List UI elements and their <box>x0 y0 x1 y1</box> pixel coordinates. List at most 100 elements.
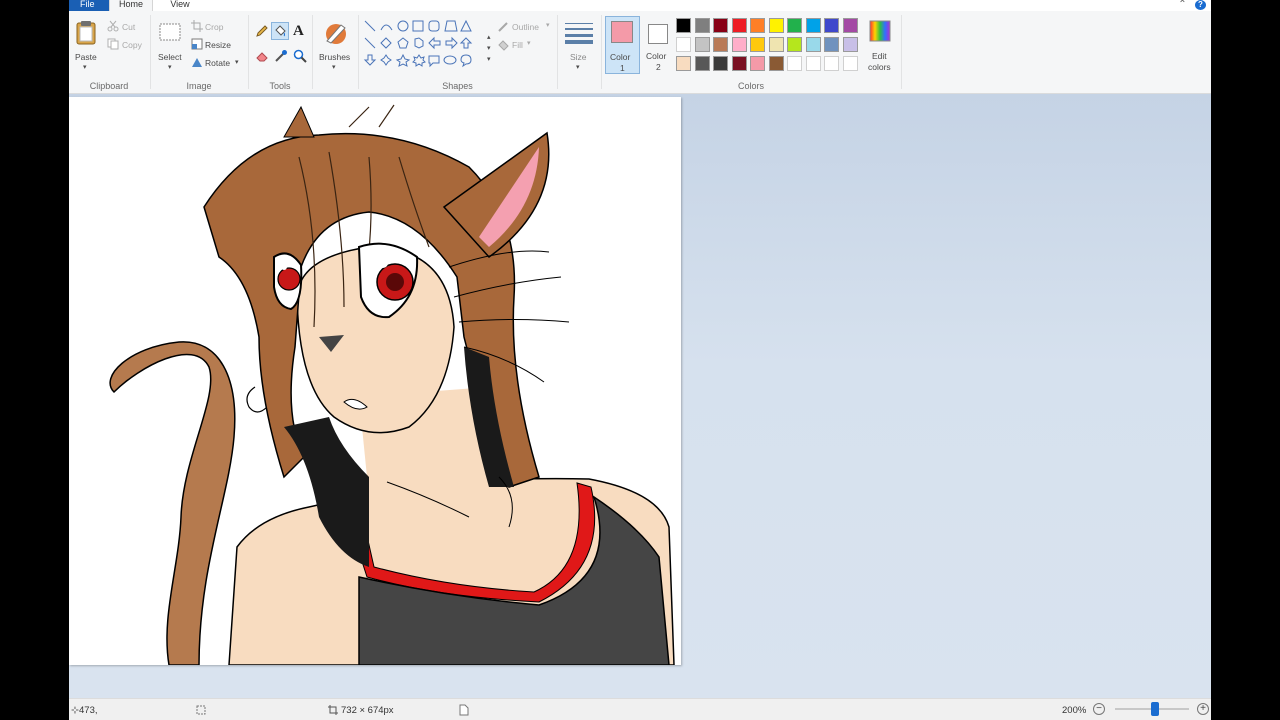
chevron-down-icon: ▾ <box>83 64 87 71</box>
tab-view[interactable]: View <box>165 0 195 11</box>
eraser-icon[interactable] <box>255 49 269 63</box>
chevron-down-icon: ▾ <box>168 64 172 71</box>
zoom-level: 200% <box>1062 705 1087 716</box>
palette-swatch[interactable] <box>805 18 821 33</box>
outline-button[interactable]: Outline <box>512 22 539 32</box>
palette-swatch[interactable] <box>842 56 858 71</box>
paint-window: File Home View ⌃ ? Paste ▾ Cut Copy Clip… <box>69 0 1211 720</box>
palette-swatch[interactable] <box>768 56 784 71</box>
palette-swatch[interactable] <box>750 18 765 33</box>
tab-file[interactable]: File <box>69 0 109 11</box>
menu-bar: File Home View ⌃ ? <box>69 0 1211 11</box>
palette-swatch[interactable] <box>676 56 691 71</box>
cursor-position-icon: ⊹ <box>71 705 79 716</box>
paste-button[interactable]: Paste ▾ <box>71 17 101 77</box>
rotate-button[interactable]: Rotate <box>205 58 230 68</box>
palette-swatch[interactable] <box>676 37 691 52</box>
palette-swatch[interactable] <box>713 56 728 71</box>
tools-group-label: Tools <box>269 81 291 91</box>
brush-icon <box>326 24 346 44</box>
palette-swatch[interactable] <box>713 37 728 52</box>
color2-label: Color <box>646 51 667 61</box>
palette-swatch[interactable] <box>750 37 765 52</box>
clipboard-icon <box>76 21 96 45</box>
palette-swatch[interactable] <box>768 37 784 52</box>
palette-swatch[interactable] <box>842 37 858 52</box>
chevron-down-icon: ▾ <box>235 59 239 66</box>
shapes-gallery[interactable] <box>362 18 488 70</box>
brushes-group: Brushes ▾ Brushes <box>313 11 357 93</box>
size-label: Size <box>570 52 587 62</box>
palette-swatch[interactable] <box>694 18 710 33</box>
magnifier-icon[interactable] <box>293 49 307 63</box>
pencil-icon[interactable] <box>255 24 269 38</box>
colors-group-label: Colors <box>737 81 764 91</box>
palette-swatch[interactable] <box>787 37 802 52</box>
copy-button[interactable]: Copy <box>122 40 142 50</box>
gallery-expand-icon[interactable]: ▾ <box>487 55 491 63</box>
palette-swatch[interactable] <box>694 56 710 71</box>
edit-colors-button[interactable]: Edit colors <box>864 16 898 78</box>
palette-swatch[interactable] <box>805 56 821 71</box>
color2-button[interactable]: Color 2 <box>642 16 676 74</box>
fill-tool-button[interactable] <box>271 22 289 40</box>
palette-swatch[interactable] <box>731 56 747 71</box>
palette-swatch[interactable] <box>694 37 710 52</box>
crop-button[interactable]: Crop <box>205 22 223 32</box>
size-button[interactable]: Size ▾ <box>562 17 596 79</box>
help-icon[interactable]: ? <box>1195 0 1206 10</box>
zoom-slider-thumb[interactable] <box>1151 702 1159 716</box>
palette-swatch[interactable] <box>731 37 747 52</box>
color1-button[interactable]: Color 1 <box>605 16 640 74</box>
select-button[interactable]: Select ▾ <box>155 17 185 77</box>
drawing-canvas[interactable] <box>69 97 681 665</box>
palette-swatch[interactable] <box>768 18 784 33</box>
selection-size-icon <box>196 705 206 715</box>
color-picker-icon[interactable] <box>274 49 288 63</box>
fill-button[interactable]: Fill <box>512 40 523 50</box>
chevron-down-icon[interactable]: ▾ <box>487 44 491 52</box>
text-tool-icon[interactable]: A <box>293 23 304 40</box>
chevron-up-icon[interactable]: ▴ <box>487 33 491 41</box>
color-palette <box>676 18 862 74</box>
cut-icon <box>107 20 119 32</box>
palette-swatch[interactable] <box>787 56 802 71</box>
rainbow-palette-icon <box>869 20 891 42</box>
file-size-icon <box>459 704 469 716</box>
palette-swatch[interactable] <box>731 18 747 33</box>
size-group: Size ▾ <box>558 11 600 93</box>
chevron-down-icon: ▾ <box>576 64 580 71</box>
select-label: Select <box>158 52 182 62</box>
palette-swatch[interactable] <box>824 37 839 52</box>
image-size-icon <box>328 705 338 715</box>
color2-number: 2 <box>656 62 661 72</box>
collapse-ribbon-icon[interactable]: ⌃ <box>1177 0 1188 10</box>
brushes-button[interactable]: Brushes ▾ <box>317 17 353 79</box>
palette-swatch[interactable] <box>805 37 821 52</box>
resize-icon <box>191 38 203 50</box>
palette-swatch[interactable] <box>824 56 839 71</box>
shapes-group: ▴ ▾ ▾ Outline ▾ Fill ▾ Shapes <box>359 11 556 93</box>
resize-button[interactable]: Resize <box>205 40 231 50</box>
palette-swatch[interactable] <box>842 18 858 33</box>
cat-girl-drawing <box>109 104 675 665</box>
cut-button[interactable]: Cut <box>122 22 135 32</box>
palette-swatch[interactable] <box>750 56 765 71</box>
image-group: Select ▾ Crop Resize Rotate ▾ Image <box>151 11 247 93</box>
image-size: 732 × 674px <box>341 705 394 716</box>
clipboard-group-label: Clipboard <box>89 81 129 91</box>
palette-swatch[interactable] <box>676 18 691 33</box>
zoom-in-button[interactable]: + <box>1197 703 1209 715</box>
zoom-out-button[interactable]: − <box>1093 703 1105 715</box>
rotate-icon <box>192 58 202 67</box>
palette-swatch[interactable] <box>824 18 839 33</box>
select-rectangle-icon <box>159 23 181 41</box>
crop-icon <box>191 20 203 32</box>
outline-icon <box>498 22 508 32</box>
tab-home[interactable]: Home <box>109 0 153 11</box>
ribbon: Paste ▾ Cut Copy Clipboard Select ▾ Crop… <box>69 11 1211 94</box>
palette-swatch[interactable] <box>713 18 728 33</box>
palette-swatch[interactable] <box>787 18 802 33</box>
shapes-group-label: Shapes <box>442 81 473 91</box>
color1-number: 1 <box>620 63 625 73</box>
